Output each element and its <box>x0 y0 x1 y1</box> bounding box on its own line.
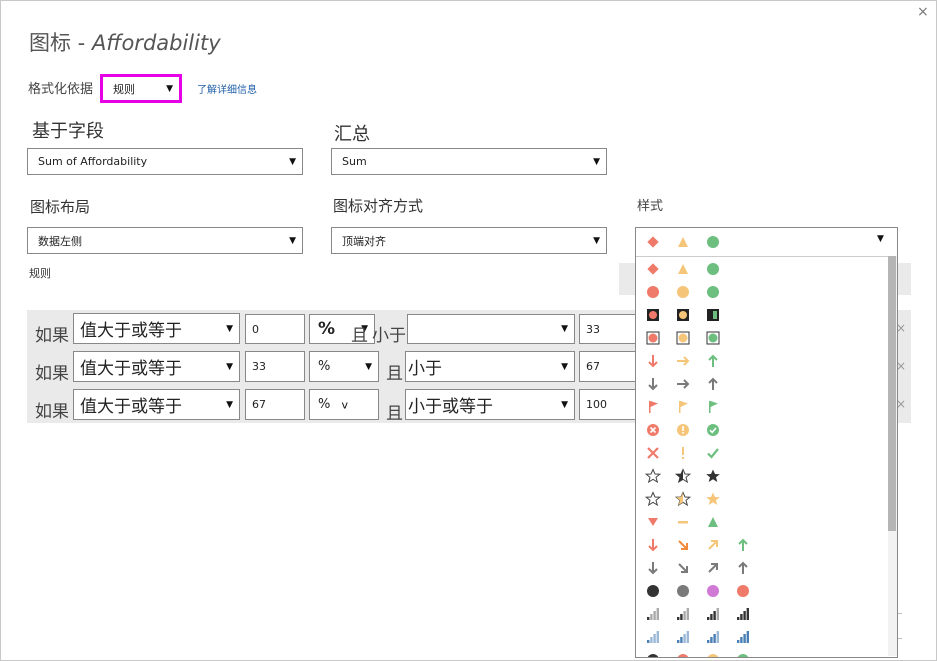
rule-operator-select[interactable]: 值大于或等于 ▼ <box>73 389 240 420</box>
style-option[interactable] <box>636 257 886 280</box>
style-option[interactable] <box>636 230 886 253</box>
icon-alignment-value: 顶端对齐 <box>342 234 386 248</box>
chevron-down-icon: ▼ <box>561 399 568 410</box>
rule-operator2-select[interactable]: ▼ <box>407 314 575 344</box>
chevron-down-icon: ▼ <box>226 399 233 410</box>
based-on-field-select[interactable]: Sum of Affordability ▼ <box>27 148 303 175</box>
conditional-formatting-dialog: × 图标 - Affordability 格式化依据 规则 ▼ 了解详细信息 基… <box>0 0 937 661</box>
scrollbar-thumb[interactable] <box>888 256 896 531</box>
rule-unit-value: % <box>318 319 336 339</box>
style-dropdown[interactable]: ▼ <box>635 227 898 658</box>
icon-layout-label: 图标布局 <box>30 198 91 216</box>
chevron-down-icon: ▼ <box>593 235 600 246</box>
icon-alignment-label: 图标对齐方式 <box>333 197 424 215</box>
rule-value2-input[interactable]: 67 <box>579 351 637 382</box>
format-by-label: 格式化依据 <box>28 82 94 97</box>
chevron-down-icon: ▼ <box>289 156 296 167</box>
style-option[interactable] <box>636 372 886 395</box>
style-option[interactable] <box>636 349 886 372</box>
chevron-down-icon: ▼ <box>226 323 233 334</box>
rules-label: 规则 <box>29 267 51 280</box>
title-prefix: 图标 - <box>29 31 92 55</box>
style-option[interactable] <box>636 556 886 579</box>
chevron-down-icon: ▼ <box>166 83 173 94</box>
rule-operator-select[interactable]: 值大于或等于 ▼ <box>73 351 240 382</box>
style-option[interactable] <box>636 602 886 625</box>
rule-operator-value: 值大于或等于 <box>80 359 182 379</box>
style-option[interactable] <box>636 326 886 349</box>
chevron-down-icon: ▼ <box>289 235 296 246</box>
rule-if-label: 如果 <box>35 326 69 346</box>
rule-if-label: 如果 <box>35 402 69 422</box>
rule-unit-select[interactable]: % ▼ <box>309 351 379 382</box>
style-option[interactable] <box>636 395 886 418</box>
chevron-down-icon: v <box>341 398 348 411</box>
summarization-label: 汇总 <box>334 124 370 145</box>
style-option[interactable] <box>636 280 886 303</box>
style-selected[interactable]: ▼ <box>636 228 897 257</box>
style-option[interactable] <box>636 533 886 556</box>
rule-value-input[interactable]: 67 <box>245 389 305 420</box>
rule-value2-input[interactable]: 33 <box>579 314 637 344</box>
style-option[interactable] <box>636 625 886 648</box>
style-option[interactable] <box>636 510 886 533</box>
rule-and-label: 且 <box>386 404 403 424</box>
icon-layout-value: 数据左侧 <box>38 234 82 248</box>
rule-value2-input[interactable]: 100 <box>579 389 637 420</box>
rule-value: 0 <box>252 322 259 336</box>
rule-unit-value: % <box>318 397 331 412</box>
rule-operator2-select[interactable]: 小于 ▼ <box>405 351 575 382</box>
summarization-value: Sum <box>342 155 367 168</box>
rule-operator2-value: 小于或等于 <box>408 397 493 417</box>
rule-value-input[interactable]: 0 <box>245 314 305 344</box>
rule-value2: 100 <box>586 398 607 411</box>
format-by-value: 规则 <box>113 82 135 96</box>
style-option[interactable] <box>636 487 886 510</box>
based-on-field-value: Sum of Affordability <box>38 155 148 168</box>
rule-operator2-value: 小于 <box>408 359 442 379</box>
style-option[interactable] <box>636 579 886 602</box>
rule-and-label: 且 <box>351 326 368 346</box>
chevron-down-icon: ▼ <box>593 156 600 167</box>
title-field: Affordability <box>91 31 221 55</box>
rule-op2-prefix: 小于 <box>372 326 406 346</box>
style-label: 样式 <box>637 199 664 214</box>
style-option[interactable] <box>636 418 886 441</box>
icon-layout-select[interactable]: 数据左侧 ▼ <box>27 227 303 254</box>
rule-if-label: 如果 <box>35 364 69 384</box>
chevron-down-icon: ▼ <box>561 324 568 334</box>
chevron-down-icon: ▼ <box>365 361 372 372</box>
learn-more-link[interactable]: 了解详细信息 <box>197 81 257 96</box>
rule-value2: 67 <box>586 360 600 373</box>
rule-unit-value: % <box>318 359 331 374</box>
style-option[interactable] <box>636 441 886 464</box>
style-option[interactable] <box>636 464 886 487</box>
format-by-select[interactable]: 规则 ▼ <box>100 74 182 103</box>
rule-value2: 33 <box>586 322 600 336</box>
rule-and-label: 且 <box>386 364 403 384</box>
rule-value: 33 <box>252 360 266 373</box>
chevron-down-icon: ▼ <box>226 361 233 372</box>
style-option[interactable] <box>636 648 886 657</box>
rule-operator-select[interactable]: 值大于或等于 ▼ <box>73 313 240 344</box>
rule-unit-select[interactable]: % v <box>309 389 379 420</box>
dialog-title: 图标 - Affordability <box>29 27 221 57</box>
rule-value-input[interactable]: 33 <box>245 351 305 382</box>
rule-operator-value: 值大于或等于 <box>80 397 182 417</box>
chevron-down-icon: ▼ <box>561 361 568 372</box>
summarization-select[interactable]: Sum ▼ <box>331 148 607 175</box>
based-on-field-label: 基于字段 <box>32 121 104 142</box>
style-option[interactable] <box>636 303 886 326</box>
rule-value: 67 <box>252 398 266 411</box>
rule-operator-value: 值大于或等于 <box>80 321 182 341</box>
rule-operator2-select[interactable]: 小于或等于 ▼ <box>405 389 575 420</box>
close-icon[interactable]: × <box>917 4 929 20</box>
icon-alignment-select[interactable]: 顶端对齐 ▼ <box>331 227 607 254</box>
